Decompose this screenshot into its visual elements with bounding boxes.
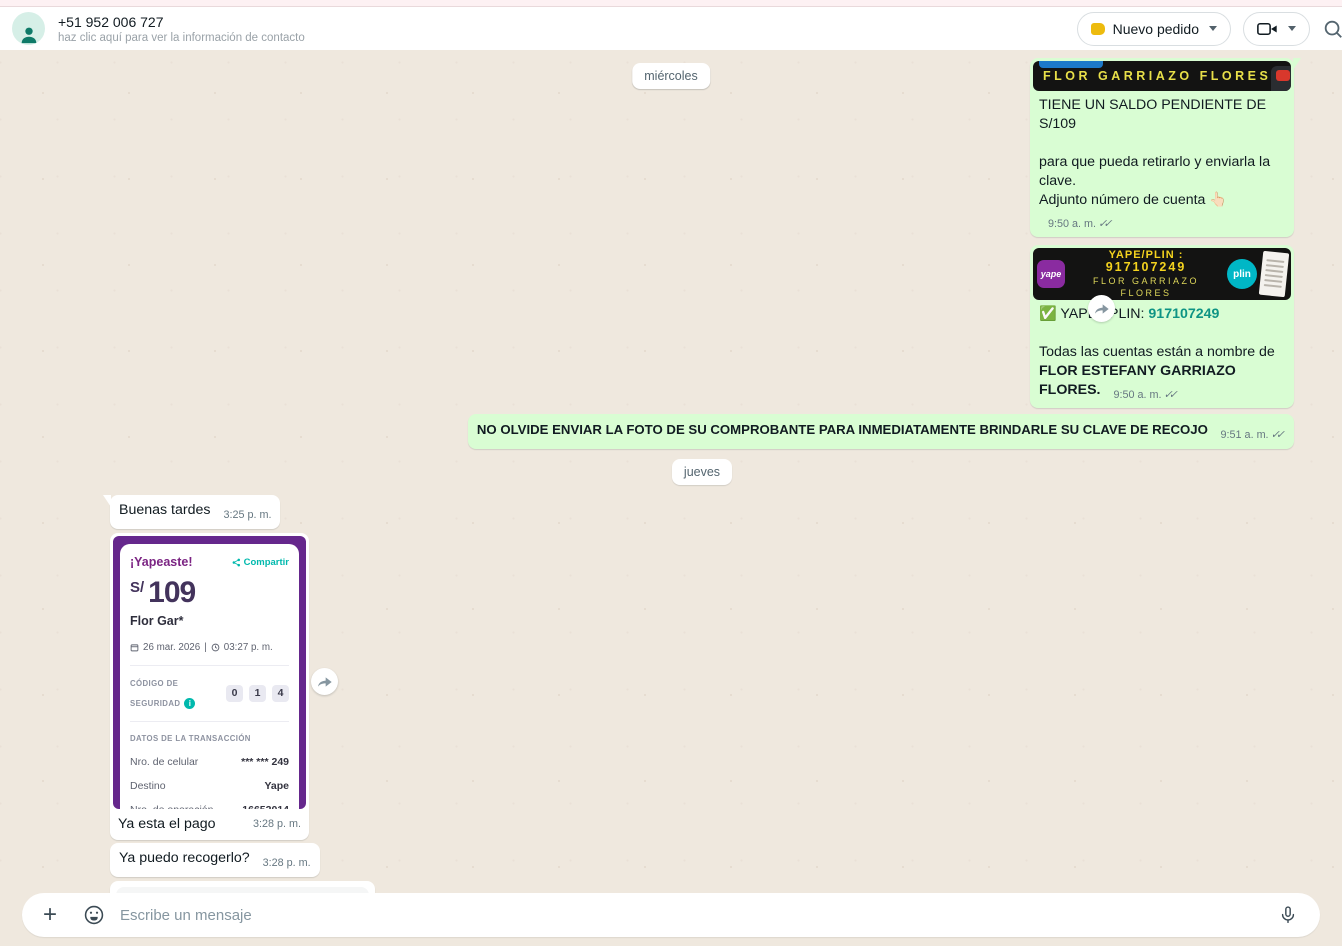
security-digit: 4 xyxy=(272,685,289,702)
message-greeting: Buenas tardes 3:25 p. m. xyxy=(110,495,1294,529)
row-label: Nro. de operación xyxy=(130,801,213,809)
message-text: Todas las cuentas están a nombre de xyxy=(1039,343,1284,362)
message-missed-call: Llamada perdida Haz clic para volver a l… xyxy=(110,881,1294,893)
flor-garriazo-image[interactable]: FLOR GARRIAZO FLORES xyxy=(1033,61,1291,91)
transaction-data-label: DATOS DE LA TRANSACCIÓN xyxy=(130,729,289,748)
yape-logo: yape xyxy=(1037,260,1065,288)
contact-name: +51 952 006 727 xyxy=(58,14,305,30)
message-text: NO OLVIDE ENVIAR LA FOTO DE SU COMPROBAN… xyxy=(477,422,1208,437)
message-composer: + xyxy=(0,893,1342,946)
share-icon xyxy=(232,558,241,567)
attach-button[interactable]: + xyxy=(32,897,68,933)
yape-plin-image[interactable]: yape YAPE/PLIN : 917107249 FLOR GARRIAZO… xyxy=(1033,248,1291,300)
row-value: *** *** 249 xyxy=(241,753,289,772)
forward-icon xyxy=(1094,302,1110,316)
browser-sharing-strip xyxy=(0,0,1342,7)
video-camera-icon xyxy=(1257,21,1278,37)
message-input[interactable] xyxy=(120,907,1262,924)
message-text: Buenas tardes xyxy=(119,502,211,518)
message-yape-plin: yape YAPE/PLIN : 917107249 FLOR GARRIAZO… xyxy=(110,245,1294,408)
check-emoji: ✅ xyxy=(1039,306,1057,322)
receipt-time: 03:27 p. m. xyxy=(224,638,273,657)
message-pickup: Ya puedo recogerlo? 3:28 p. m. xyxy=(110,843,1294,877)
image-caption-text: FLOR GARRIAZO FLORES xyxy=(1033,67,1271,86)
calendar-icon xyxy=(130,643,139,652)
avatar[interactable] xyxy=(12,12,45,45)
share-button: Compartir xyxy=(232,553,289,572)
yape-receipt-image[interactable]: ¡Yapeaste! Compartir S/ 109 F xyxy=(113,536,306,809)
image-number: 917107249 xyxy=(1106,260,1187,274)
message-time: 3:25 p. m. xyxy=(223,506,271,525)
call-back-button[interactable]: Llamada perdida Haz clic para volver a l… xyxy=(116,887,369,893)
double-check-icon: ✓✓ xyxy=(1098,215,1112,234)
plin-logo: plin xyxy=(1227,259,1257,289)
message-time: 3:28 p. m. xyxy=(253,815,301,834)
mic-icon xyxy=(1278,905,1298,925)
conversation-panel: miércoles FLOR GARRIAZO FLORES TIENE UN … xyxy=(0,50,1342,893)
message-time: 3:28 p. m. xyxy=(263,854,311,873)
message-text: TIENE UN SALDO PENDIENTE DE S/109 xyxy=(1039,96,1284,134)
security-code-label: CÓDIGO DE SEGURIDAD xyxy=(130,679,180,708)
chevron-down-icon[interactable] xyxy=(1209,26,1217,31)
plus-icon: + xyxy=(43,903,57,927)
price-list-graphic xyxy=(1259,251,1289,297)
floating-date-pill: miércoles xyxy=(632,63,710,89)
receipt-currency: S/ xyxy=(130,579,144,596)
video-call-button[interactable] xyxy=(1243,12,1310,46)
forward-icon xyxy=(317,675,333,689)
receipt-amount: 109 xyxy=(148,576,195,609)
message-time: 9:50 a. m. xyxy=(1113,386,1161,405)
row-value: 16652014 xyxy=(242,801,289,809)
message-text: Adjunto número de cuenta 👆🏻 xyxy=(1039,192,1227,208)
receipt-recipient: Flor Gar* xyxy=(130,612,289,631)
pos-terminal-graphic xyxy=(1271,66,1291,91)
row-value: Yape xyxy=(264,777,289,796)
voice-message-button[interactable] xyxy=(1270,897,1306,933)
forward-button[interactable] xyxy=(1088,295,1115,322)
chat-header: +51 952 006 727 haz clic aquí para ver l… xyxy=(0,7,1342,50)
search-icon[interactable] xyxy=(1322,18,1342,40)
image-name: FLOR GARRIAZO FLORES xyxy=(1065,275,1227,301)
person-icon xyxy=(18,23,40,45)
security-digit: 1 xyxy=(249,685,266,702)
yape-number-link[interactable]: 917107249 xyxy=(1148,306,1219,322)
message-reminder: NO OLVIDE ENVIAR LA FOTO DE SU COMPROBAN… xyxy=(110,414,1294,449)
chevron-down-icon[interactable] xyxy=(1288,26,1296,31)
receipt-date: 26 mar. 2026 xyxy=(143,638,200,657)
message-receipt: ¡Yapeaste! Compartir S/ 109 F xyxy=(110,533,1294,840)
contact-info-button[interactable]: +51 952 006 727 haz clic aquí para ver l… xyxy=(12,12,305,45)
row-label: Nro. de celular xyxy=(130,753,198,772)
info-icon: i xyxy=(184,698,195,709)
message-text: Ya puedo recogerlo? xyxy=(119,850,250,866)
clock-icon xyxy=(211,643,220,652)
new-order-button[interactable]: Nuevo pedido xyxy=(1077,12,1231,46)
sticker-icon xyxy=(83,904,105,926)
message-caption: Ya esta el pago xyxy=(118,815,216,834)
row-label: Destino xyxy=(130,777,166,796)
order-tag-icon xyxy=(1091,23,1105,35)
double-check-icon: ✓✓ xyxy=(1163,386,1177,405)
message-time: 9:50 a. m. xyxy=(1048,215,1096,234)
double-check-icon: ✓✓ xyxy=(1271,426,1285,445)
date-divider: jueves xyxy=(672,459,732,485)
message-text: para que pueda retirarlo y enviarla la c… xyxy=(1039,153,1284,191)
contact-subtitle: haz clic aquí para ver la información de… xyxy=(58,32,305,44)
new-order-label: Nuevo pedido xyxy=(1113,21,1199,37)
forward-button[interactable] xyxy=(311,668,338,695)
message-time: 9:51 a. m. xyxy=(1221,426,1269,445)
emoji-sticker-button[interactable] xyxy=(76,897,112,933)
image-blue-pill xyxy=(1039,61,1103,68)
security-digit: 0 xyxy=(226,685,243,702)
receipt-title: ¡Yapeaste! xyxy=(130,553,193,572)
